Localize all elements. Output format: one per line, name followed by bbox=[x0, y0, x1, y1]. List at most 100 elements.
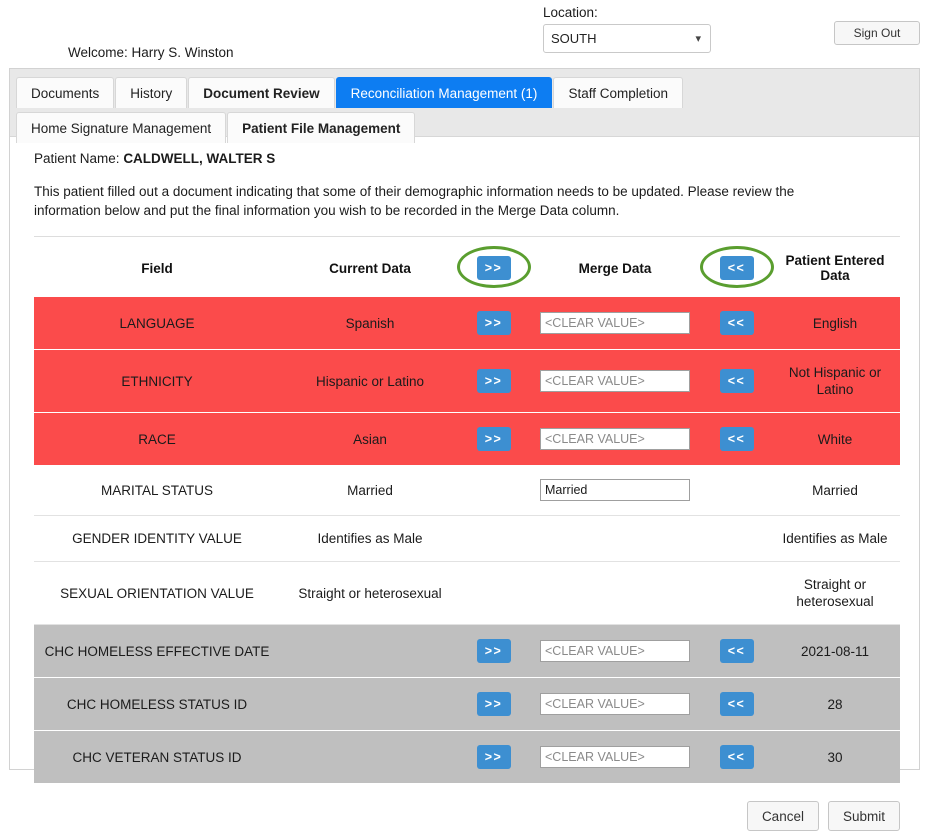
cell-current-data: Straight or heterosexual bbox=[280, 561, 460, 625]
table-header-row: Field Current Data >> Merge Data << Pati… bbox=[34, 237, 900, 298]
main-panel: Documents History Document Review Reconc… bbox=[9, 68, 920, 831]
header-push-all-right-cell: >> bbox=[456, 237, 531, 298]
location-selector-group: Location: SOUTH ▾ bbox=[543, 5, 713, 53]
footer-actions: Cancel Submit bbox=[34, 801, 900, 831]
header-push-all-left-cell: << bbox=[699, 237, 774, 298]
table-row: MARITAL STATUS Married Married bbox=[34, 465, 900, 516]
instructions-text: This patient filled out a document indic… bbox=[34, 184, 795, 218]
tab-row-2: Home Signature Management Patient File M… bbox=[16, 110, 919, 143]
reconciliation-table: Field Current Data >> Merge Data << Pati… bbox=[34, 236, 900, 783]
cell-push-left bbox=[703, 561, 770, 625]
merge-data-input[interactable] bbox=[540, 640, 690, 662]
table-row: CHC VETERAN STATUS ID >> << 30 bbox=[34, 730, 900, 783]
tab-history[interactable]: History bbox=[115, 77, 188, 108]
merge-data-input[interactable] bbox=[540, 370, 690, 392]
cell-current-data bbox=[280, 730, 460, 783]
table-row: ETHNICITYHispanic or Latino >> << Not Hispa… bbox=[34, 349, 900, 413]
cell-merge-data bbox=[527, 561, 703, 625]
cancel-button[interactable]: Cancel bbox=[746, 801, 819, 831]
push-left-button[interactable]: << bbox=[719, 427, 754, 451]
push-left-button[interactable]: << bbox=[719, 639, 754, 663]
cell-current-data: Asian bbox=[280, 412, 460, 465]
submit-button[interactable]: Submit bbox=[827, 801, 900, 831]
push-right-button[interactable]: >> bbox=[476, 369, 511, 393]
cell-merge-data bbox=[527, 730, 703, 783]
cell-current-data: Identifies as Male bbox=[280, 515, 460, 562]
cell-merge-data bbox=[527, 677, 703, 731]
merge-data-input[interactable] bbox=[540, 746, 690, 768]
cell-patient-entered-data: 30 bbox=[770, 730, 900, 783]
push-left-button[interactable]: << bbox=[719, 745, 754, 769]
merge-data-input[interactable] bbox=[540, 693, 690, 715]
cell-push-left: << bbox=[703, 412, 770, 465]
push-right-button[interactable]: >> bbox=[476, 745, 511, 769]
cell-push-right bbox=[460, 465, 527, 516]
cell-field: GENDER IDENTITY VALUE bbox=[34, 515, 280, 562]
cell-push-right: >> bbox=[460, 412, 527, 465]
cell-push-right: >> bbox=[460, 349, 527, 413]
top-bar: Welcome: Harry S. Winston Location: SOUT… bbox=[0, 0, 928, 68]
cell-field: LANGUAGE bbox=[34, 297, 280, 350]
cell-field: ETHNICITY bbox=[34, 349, 280, 413]
tab-row-1: Documents History Document Review Reconc… bbox=[16, 75, 919, 108]
tab-strip: Documents History Document Review Reconc… bbox=[10, 69, 919, 143]
cell-patient-entered-data: Not Hispanic or Latino bbox=[770, 349, 900, 413]
cell-current-data: Hispanic or Latino bbox=[280, 349, 460, 413]
cell-current-data: Married bbox=[280, 465, 460, 516]
welcome-message: Welcome: Harry S. Winston bbox=[68, 45, 234, 60]
cell-field: MARITAL STATUS bbox=[34, 465, 280, 516]
table-row: GENDER IDENTITY VALUE Identifies as Male I… bbox=[34, 515, 900, 562]
cell-field: CHC HOMELESS STATUS ID bbox=[34, 677, 280, 731]
tab-staff-completion[interactable]: Staff Completion bbox=[553, 77, 683, 108]
sign-out-button[interactable]: Sign Out bbox=[834, 21, 920, 45]
header-field: Field bbox=[141, 260, 173, 276]
cell-push-right bbox=[460, 561, 527, 625]
panel-content: Patient Name: CALDWELL, WALTER S This pa… bbox=[10, 137, 919, 831]
cell-push-left: << bbox=[703, 677, 770, 731]
cell-push-right: >> bbox=[460, 730, 527, 783]
push-left-button[interactable]: << bbox=[719, 692, 754, 716]
cell-patient-entered-data: Married bbox=[770, 465, 900, 516]
table-row: CHC HOMELESS EFFECTIVE DATE >> << 2021-08-1… bbox=[34, 624, 900, 678]
tab-reconciliation-management[interactable]: Reconciliation Management (1) bbox=[335, 77, 553, 108]
push-right-button[interactable]: >> bbox=[476, 692, 511, 716]
header-merge-data: Merge Data bbox=[578, 260, 652, 276]
cell-push-right: >> bbox=[460, 677, 527, 731]
patient-name-value: CALDWELL, WALTER S bbox=[123, 151, 276, 166]
cell-current-data bbox=[280, 677, 460, 731]
merge-data-input[interactable] bbox=[540, 479, 690, 501]
cell-current-data: Spanish bbox=[280, 297, 460, 350]
tab-documents[interactable]: Documents bbox=[16, 77, 115, 108]
table-row: RACEAsian >> << White bbox=[34, 412, 900, 465]
cell-push-right: >> bbox=[460, 297, 527, 350]
table-row: LANGUAGESpanish >> << English bbox=[34, 297, 900, 350]
push-all-left-button[interactable]: << bbox=[719, 256, 754, 280]
tab-document-review[interactable]: Document Review bbox=[188, 77, 335, 108]
merge-data-input[interactable] bbox=[540, 312, 690, 334]
header-current-data: Current Data bbox=[329, 260, 411, 276]
push-right-button[interactable]: >> bbox=[476, 639, 511, 663]
push-right-button[interactable]: >> bbox=[476, 311, 511, 335]
cell-push-left: << bbox=[703, 297, 770, 350]
push-right-button[interactable]: >> bbox=[476, 427, 511, 451]
cell-push-left bbox=[703, 465, 770, 516]
cell-patient-entered-data: Straight or heterosexual bbox=[770, 561, 900, 625]
cell-field: CHC HOMELESS EFFECTIVE DATE bbox=[34, 624, 280, 678]
push-left-button[interactable]: << bbox=[719, 311, 754, 335]
patient-name-line: Patient Name: CALDWELL, WALTER S bbox=[34, 151, 895, 166]
cell-current-data bbox=[280, 624, 460, 678]
tab-home-signature-management[interactable]: Home Signature Management bbox=[16, 112, 227, 143]
cell-merge-data bbox=[527, 515, 703, 562]
tab-patient-file-management[interactable]: Patient File Management bbox=[227, 112, 416, 143]
cell-merge-data bbox=[527, 465, 703, 516]
push-left-button[interactable]: << bbox=[719, 369, 754, 393]
push-all-right-button[interactable]: >> bbox=[476, 256, 511, 280]
cell-push-left: << bbox=[703, 349, 770, 413]
cell-patient-entered-data: White bbox=[770, 412, 900, 465]
merge-data-input[interactable] bbox=[540, 428, 690, 450]
cell-push-right bbox=[460, 515, 527, 562]
cell-push-left bbox=[703, 515, 770, 562]
location-select[interactable]: SOUTH bbox=[543, 24, 711, 53]
cell-patient-entered-data: 28 bbox=[770, 677, 900, 731]
cell-push-left: << bbox=[703, 730, 770, 783]
